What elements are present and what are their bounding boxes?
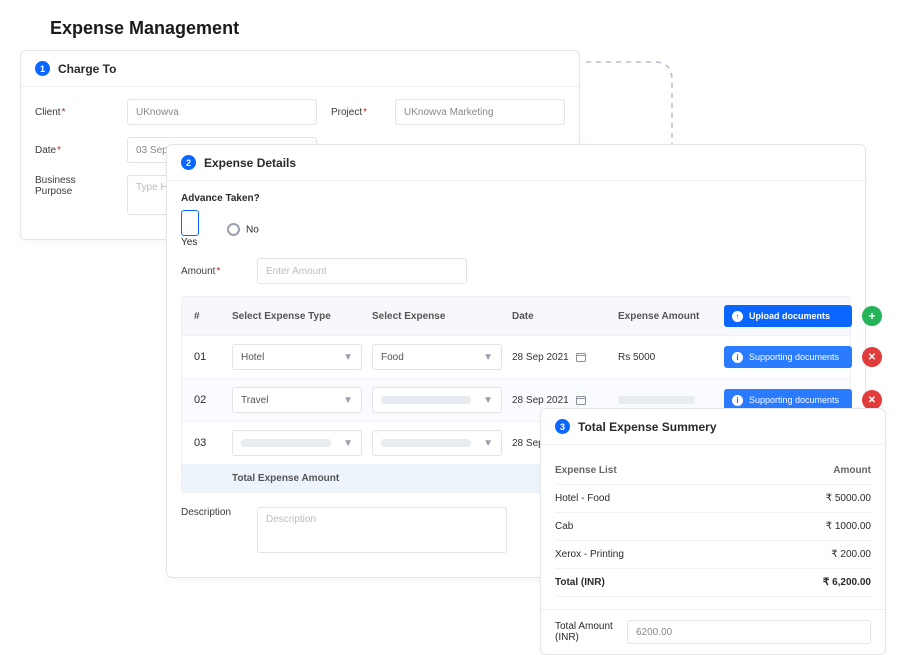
summary-row: Cab₹ 1000.00 <box>555 513 871 541</box>
row-amount[interactable]: Rs 5000 <box>618 352 714 363</box>
description-label: Description <box>181 507 243 518</box>
description-textarea[interactable]: Description <box>257 507 507 553</box>
calendar-icon <box>575 394 587 406</box>
supporting-docs-button[interactable]: iSupporting documents <box>724 346 852 368</box>
expense-select[interactable]: Food▼ <box>372 344 502 370</box>
upload-icon: ↑ <box>732 311 743 322</box>
info-icon: i <box>732 352 743 363</box>
placeholder-icon <box>618 396 695 404</box>
table-row: 01 Hotel▼ Food▼ 28 Sep 2021 Rs 5000 iSup… <box>182 335 850 378</box>
project-label: Project <box>331 107 381 118</box>
step-badge-3: 3 <box>555 419 570 434</box>
amount-input[interactable] <box>257 258 467 284</box>
summary-header: 3 Total Expense Summery <box>541 409 885 445</box>
expense-details-header: 2 Expense Details <box>167 145 865 181</box>
date-label: Date <box>35 145 113 156</box>
row-date[interactable]: 28 Sep 2021 <box>512 394 608 406</box>
client-input[interactable]: UKnowva <box>127 99 317 125</box>
summary-list-header: Expense List Amount <box>555 457 871 485</box>
grand-total-label: Total Amount (INR) <box>555 621 617 643</box>
step-badge-1: 1 <box>35 61 50 76</box>
charge-to-header: 1 Charge To <box>21 51 579 87</box>
project-input[interactable]: UKnowva Marketing <box>395 99 565 125</box>
client-label: Client <box>35 107 113 118</box>
delete-row-button[interactable]: ✕ <box>862 390 882 410</box>
expense-details-title: Expense Details <box>204 156 296 170</box>
expense-table-header: # Select Expense Type Select Expense Dat… <box>182 297 850 335</box>
upload-header-pill[interactable]: ↑Upload documents <box>724 305 852 327</box>
summary-card: 3 Total Expense Summery Expense List Amo… <box>540 408 886 655</box>
placeholder-icon <box>241 439 331 447</box>
amount-label: Amount <box>181 266 243 277</box>
grand-total-input[interactable]: 6200.00 <box>627 620 871 644</box>
row-date[interactable]: 28 Sep 2021 <box>512 351 608 363</box>
chevron-down-icon: ▼ <box>343 395 353 406</box>
expense-type-select[interactable]: Hotel▼ <box>232 344 362 370</box>
chevron-down-icon: ▼ <box>343 438 353 449</box>
placeholder-icon <box>381 396 471 404</box>
chevron-down-icon: ▼ <box>483 395 493 406</box>
placeholder-icon <box>381 439 471 447</box>
radio-yes[interactable]: Yes <box>181 210 205 248</box>
calendar-icon <box>575 351 587 363</box>
page-title: Expense Management <box>50 18 239 39</box>
chevron-down-icon: ▼ <box>483 352 493 363</box>
delete-row-button[interactable]: ✕ <box>862 347 882 367</box>
expense-type-select[interactable]: ▼ <box>232 430 362 456</box>
summary-row: Hotel - Food₹ 5000.00 <box>555 485 871 513</box>
chevron-down-icon: ▼ <box>483 438 493 449</box>
radio-no[interactable]: No <box>227 223 259 236</box>
purpose-label: Business Purpose <box>35 175 113 197</box>
charge-to-title: Charge To <box>58 62 116 76</box>
summary-total-row: Total (INR)₹ 6,200.00 <box>555 569 871 597</box>
info-icon: i <box>732 395 743 406</box>
expense-select[interactable]: ▼ <box>372 430 502 456</box>
expense-select[interactable]: ▼ <box>372 387 502 413</box>
radio-icon <box>227 223 240 236</box>
add-row-button[interactable]: + <box>862 306 882 326</box>
chevron-down-icon: ▼ <box>343 352 353 363</box>
summary-title: Total Expense Summery <box>578 420 717 434</box>
advance-label: Advance Taken? <box>181 193 851 204</box>
summary-row: Xerox - Printing₹ 200.00 <box>555 541 871 569</box>
expense-type-select[interactable]: Travel▼ <box>232 387 362 413</box>
radio-icon <box>181 210 199 236</box>
step-badge-2: 2 <box>181 155 196 170</box>
